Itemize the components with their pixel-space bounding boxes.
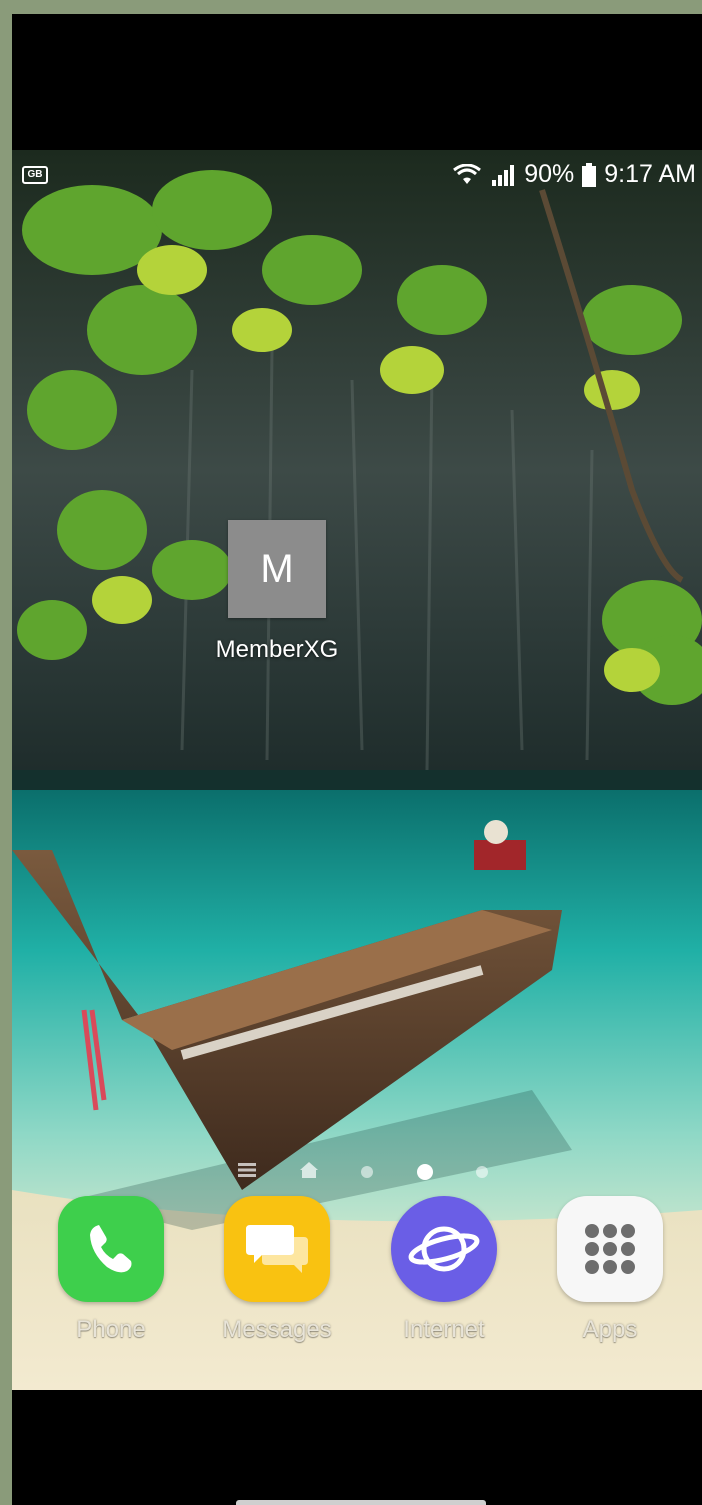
- home-screen: GB 90% 9:17 AM M MemberXG Phone Messages…: [12, 150, 702, 1390]
- memberxg-app-shortcut[interactable]: M MemberXG: [212, 520, 342, 664]
- home-page-icon[interactable]: [299, 1161, 318, 1183]
- page-indicator: [238, 1160, 488, 1184]
- signal-icon: [490, 164, 516, 186]
- home-gesture-bar[interactable]: [236, 1500, 486, 1505]
- phone-icon[interactable]: [58, 1196, 164, 1302]
- dock-label-messages: Messages: [222, 1316, 332, 1343]
- dock-label-apps: Apps: [582, 1316, 638, 1343]
- wifi-icon: [452, 163, 482, 186]
- page-dot-active[interactable]: [416, 1164, 433, 1180]
- app-dock: Phone Messages Internet Apps: [12, 1196, 702, 1356]
- clock: 9:17 AM: [604, 160, 696, 188]
- page-dot[interactable]: [476, 1166, 488, 1178]
- battery-percentage: 90%: [524, 160, 575, 188]
- memberxg-app-icon[interactable]: M: [228, 520, 326, 618]
- memberxg-app-label: MemberXG: [215, 636, 339, 663]
- page-dot[interactable]: [361, 1166, 373, 1178]
- battery-icon: [582, 162, 597, 187]
- notification-badge: GB: [22, 166, 48, 184]
- status-bar: GB 90% 9:17 AM: [12, 150, 702, 198]
- dock-item-internet[interactable]: Internet: [374, 1196, 514, 1344]
- apps-grid-icon[interactable]: [557, 1196, 663, 1302]
- phone-frame: GB 90% 9:17 AM M MemberXG Phone Messages…: [12, 14, 702, 1505]
- dock-label-phone: Phone: [76, 1316, 146, 1343]
- dock-item-apps[interactable]: Apps: [540, 1196, 680, 1344]
- internet-icon[interactable]: [391, 1196, 497, 1302]
- menu-page-icon[interactable]: [238, 1162, 256, 1182]
- dock-item-phone[interactable]: Phone: [41, 1196, 181, 1344]
- dock-label-internet: Internet: [403, 1316, 485, 1343]
- dock-item-messages[interactable]: Messages: [207, 1196, 347, 1344]
- messages-icon[interactable]: [224, 1196, 330, 1302]
